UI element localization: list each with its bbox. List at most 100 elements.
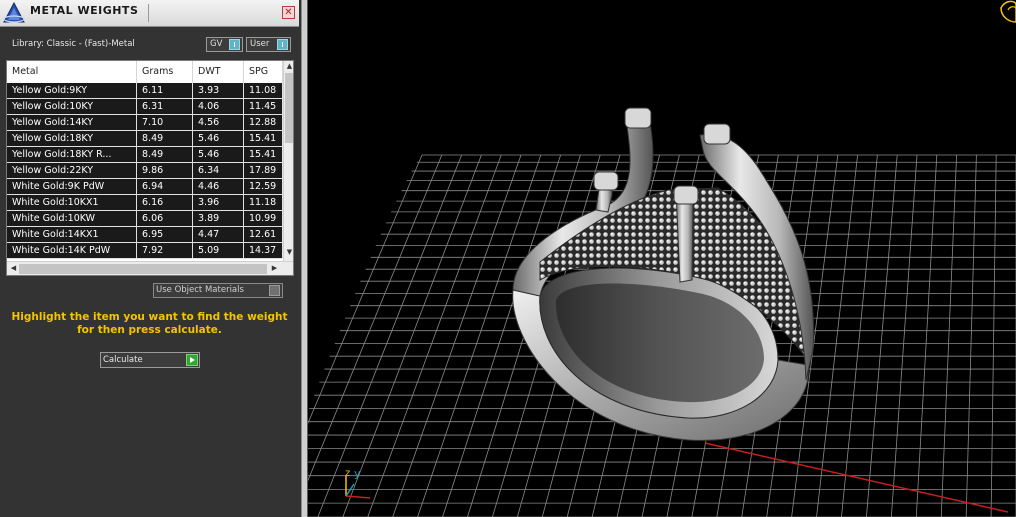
viewport-canvas: z y <box>308 0 1016 517</box>
toggle-knob-icon <box>277 39 288 50</box>
grams-cell: 7.10 <box>137 115 193 130</box>
panel-splitter[interactable] <box>301 0 308 517</box>
horizontal-scrollbar[interactable]: ◀ ▶ <box>7 261 293 275</box>
table-row[interactable]: Yellow Gold:18KY R... 8.49 5.46 15.41 <box>7 147 283 163</box>
spg-cell: 15.41 <box>244 147 283 162</box>
spg-cell: 12.88 <box>244 115 283 130</box>
grams-cell: 8.49 <box>137 131 193 146</box>
column-header-spg[interactable]: SPG <box>244 61 283 83</box>
checkbox-icon[interactable] <box>269 285 280 296</box>
metal-table: Metal Grams DWT SPG Yellow Gold:9KY 6.11 3… <box>6 60 294 276</box>
library-label: Library: Classic - (Fast)-Metal <box>12 39 135 49</box>
dwt-cell: 4.47 <box>193 227 244 242</box>
calculate-label: Calculate <box>103 355 143 365</box>
grams-cell: 8.49 <box>137 147 193 162</box>
spg-cell: 11.45 <box>244 99 283 114</box>
metal-name-cell: Yellow Gold:10KY <box>7 99 137 114</box>
x-axis-line <box>704 442 1009 513</box>
table-row[interactable]: Yellow Gold:10KY 6.31 4.06 11.45 <box>7 99 283 115</box>
metal-name-cell: White Gold:14KX1 <box>7 227 137 242</box>
table-row[interactable]: White Gold:10KX1 6.16 3.96 11.18 <box>7 195 283 211</box>
3d-viewport[interactable]: z y <box>308 0 1016 517</box>
vertical-scrollbar[interactable]: ▲ ▼ <box>283 61 293 261</box>
prong-tip <box>703 123 731 145</box>
grams-cell: 9.86 <box>137 163 193 178</box>
spg-cell: 11.08 <box>244 83 283 98</box>
use-object-materials-checkbox[interactable]: Use Object Materials <box>153 283 283 298</box>
dwt-cell: 3.96 <box>193 195 244 210</box>
gv-toggle[interactable]: GV <box>206 37 243 52</box>
metal-name-cell: White Gold:10KX1 <box>7 195 137 210</box>
instruction-line-2: for then press calculate. <box>77 324 222 336</box>
table-row[interactable]: White Gold:14KX1 6.95 4.47 12.61 <box>7 227 283 243</box>
metal-name-cell: White Gold:9K PdW <box>7 179 137 194</box>
instruction-text: Highlight the item you want to find the … <box>8 311 291 337</box>
metal-name-cell: Yellow Gold:18KY <box>7 131 137 146</box>
grams-cell: 6.06 <box>137 211 193 226</box>
titlebar-divider <box>148 4 149 22</box>
table-row[interactable]: Yellow Gold:18KY 8.49 5.46 15.41 <box>7 131 283 147</box>
dwt-cell: 4.06 <box>193 99 244 114</box>
table-header: Metal Grams DWT SPG <box>7 61 283 83</box>
scroll-right-arrow-icon[interactable]: ▶ <box>269 264 280 272</box>
table-body: Yellow Gold:9KY 6.11 3.93 11.08 Yellow Gold:… <box>7 83 283 259</box>
prong-tip <box>593 171 619 191</box>
toggle-knob-icon <box>229 39 240 50</box>
app-logo-icon <box>3 1 25 23</box>
scroll-left-arrow-icon[interactable]: ◀ <box>8 264 19 272</box>
use-object-materials-label: Use Object Materials <box>156 285 244 295</box>
calculate-button[interactable]: Calculate <box>100 352 200 368</box>
user-toggle-label: User <box>250 39 270 49</box>
column-header-dwt[interactable]: DWT <box>193 61 244 83</box>
metal-weights-panel: METAL WEIGHTS ✕ Library: Classic - (Fast… <box>0 0 302 517</box>
spg-cell: 11.18 <box>244 195 283 210</box>
user-toggle[interactable]: User <box>246 37 291 52</box>
spg-cell: 12.61 <box>244 227 283 242</box>
scroll-down-arrow-icon[interactable]: ▼ <box>284 248 293 256</box>
dwt-cell: 4.46 <box>193 179 244 194</box>
dwt-cell: 5.46 <box>193 147 244 162</box>
dwt-cell: 5.46 <box>193 131 244 146</box>
dwt-cell: 6.34 <box>193 163 244 178</box>
scroll-up-arrow-icon[interactable]: ▲ <box>284 62 293 70</box>
close-icon[interactable]: ✕ <box>282 6 295 19</box>
table-row[interactable]: White Gold:14K PdW 7.92 5.09 14.37 <box>7 243 283 259</box>
grams-cell: 6.16 <box>137 195 193 210</box>
table-row[interactable]: White Gold:9K PdW 6.94 4.46 12.59 <box>7 179 283 195</box>
grams-cell: 6.31 <box>137 99 193 114</box>
prong-tip <box>624 107 652 129</box>
vertical-scroll-thumb[interactable] <box>285 73 293 143</box>
instruction-line-1: Highlight the item you want to find the … <box>11 311 288 323</box>
metal-name-cell: White Gold:14K PdW <box>7 243 137 258</box>
grams-cell: 6.95 <box>137 227 193 242</box>
table-row[interactable]: Yellow Gold:9KY 6.11 3.93 11.08 <box>7 83 283 99</box>
grams-cell: 6.94 <box>137 179 193 194</box>
panel-titlebar[interactable]: METAL WEIGHTS ✕ <box>0 0 299 27</box>
dwt-cell: 5.09 <box>193 243 244 258</box>
grams-cell: 6.11 <box>137 83 193 98</box>
grams-cell: 7.92 <box>137 243 193 258</box>
horizontal-scroll-thumb[interactable] <box>19 264 267 274</box>
metal-name-cell: White Gold:10KW <box>7 211 137 226</box>
table-row[interactable]: White Gold:10KW 6.06 3.89 10.99 <box>7 211 283 227</box>
panel-title: METAL WEIGHTS <box>30 4 139 17</box>
axis-y-label: y <box>354 467 361 480</box>
column-header-metal[interactable]: Metal <box>7 61 137 83</box>
metal-name-cell: Yellow Gold:18KY R... <box>7 147 137 162</box>
spg-cell: 12.59 <box>244 179 283 194</box>
dwt-cell: 4.56 <box>193 115 244 130</box>
dwt-cell: 3.89 <box>193 211 244 226</box>
dwt-cell: 3.93 <box>193 83 244 98</box>
play-arrow-icon <box>186 354 198 366</box>
ring-model <box>512 107 815 441</box>
table-row[interactable]: Yellow Gold:14KY 7.10 4.56 12.88 <box>7 115 283 131</box>
spg-cell: 10.99 <box>244 211 283 226</box>
spg-cell: 15.41 <box>244 131 283 146</box>
gv-toggle-label: GV <box>210 39 223 49</box>
spg-cell: 17.89 <box>244 163 283 178</box>
table-row[interactable]: Yellow Gold:22KY 9.86 6.34 17.89 <box>7 163 283 179</box>
prong-tip <box>673 185 699 205</box>
metal-name-cell: Yellow Gold:9KY <box>7 83 137 98</box>
column-header-grams[interactable]: Grams <box>137 61 193 83</box>
spg-cell: 14.37 <box>244 243 283 258</box>
